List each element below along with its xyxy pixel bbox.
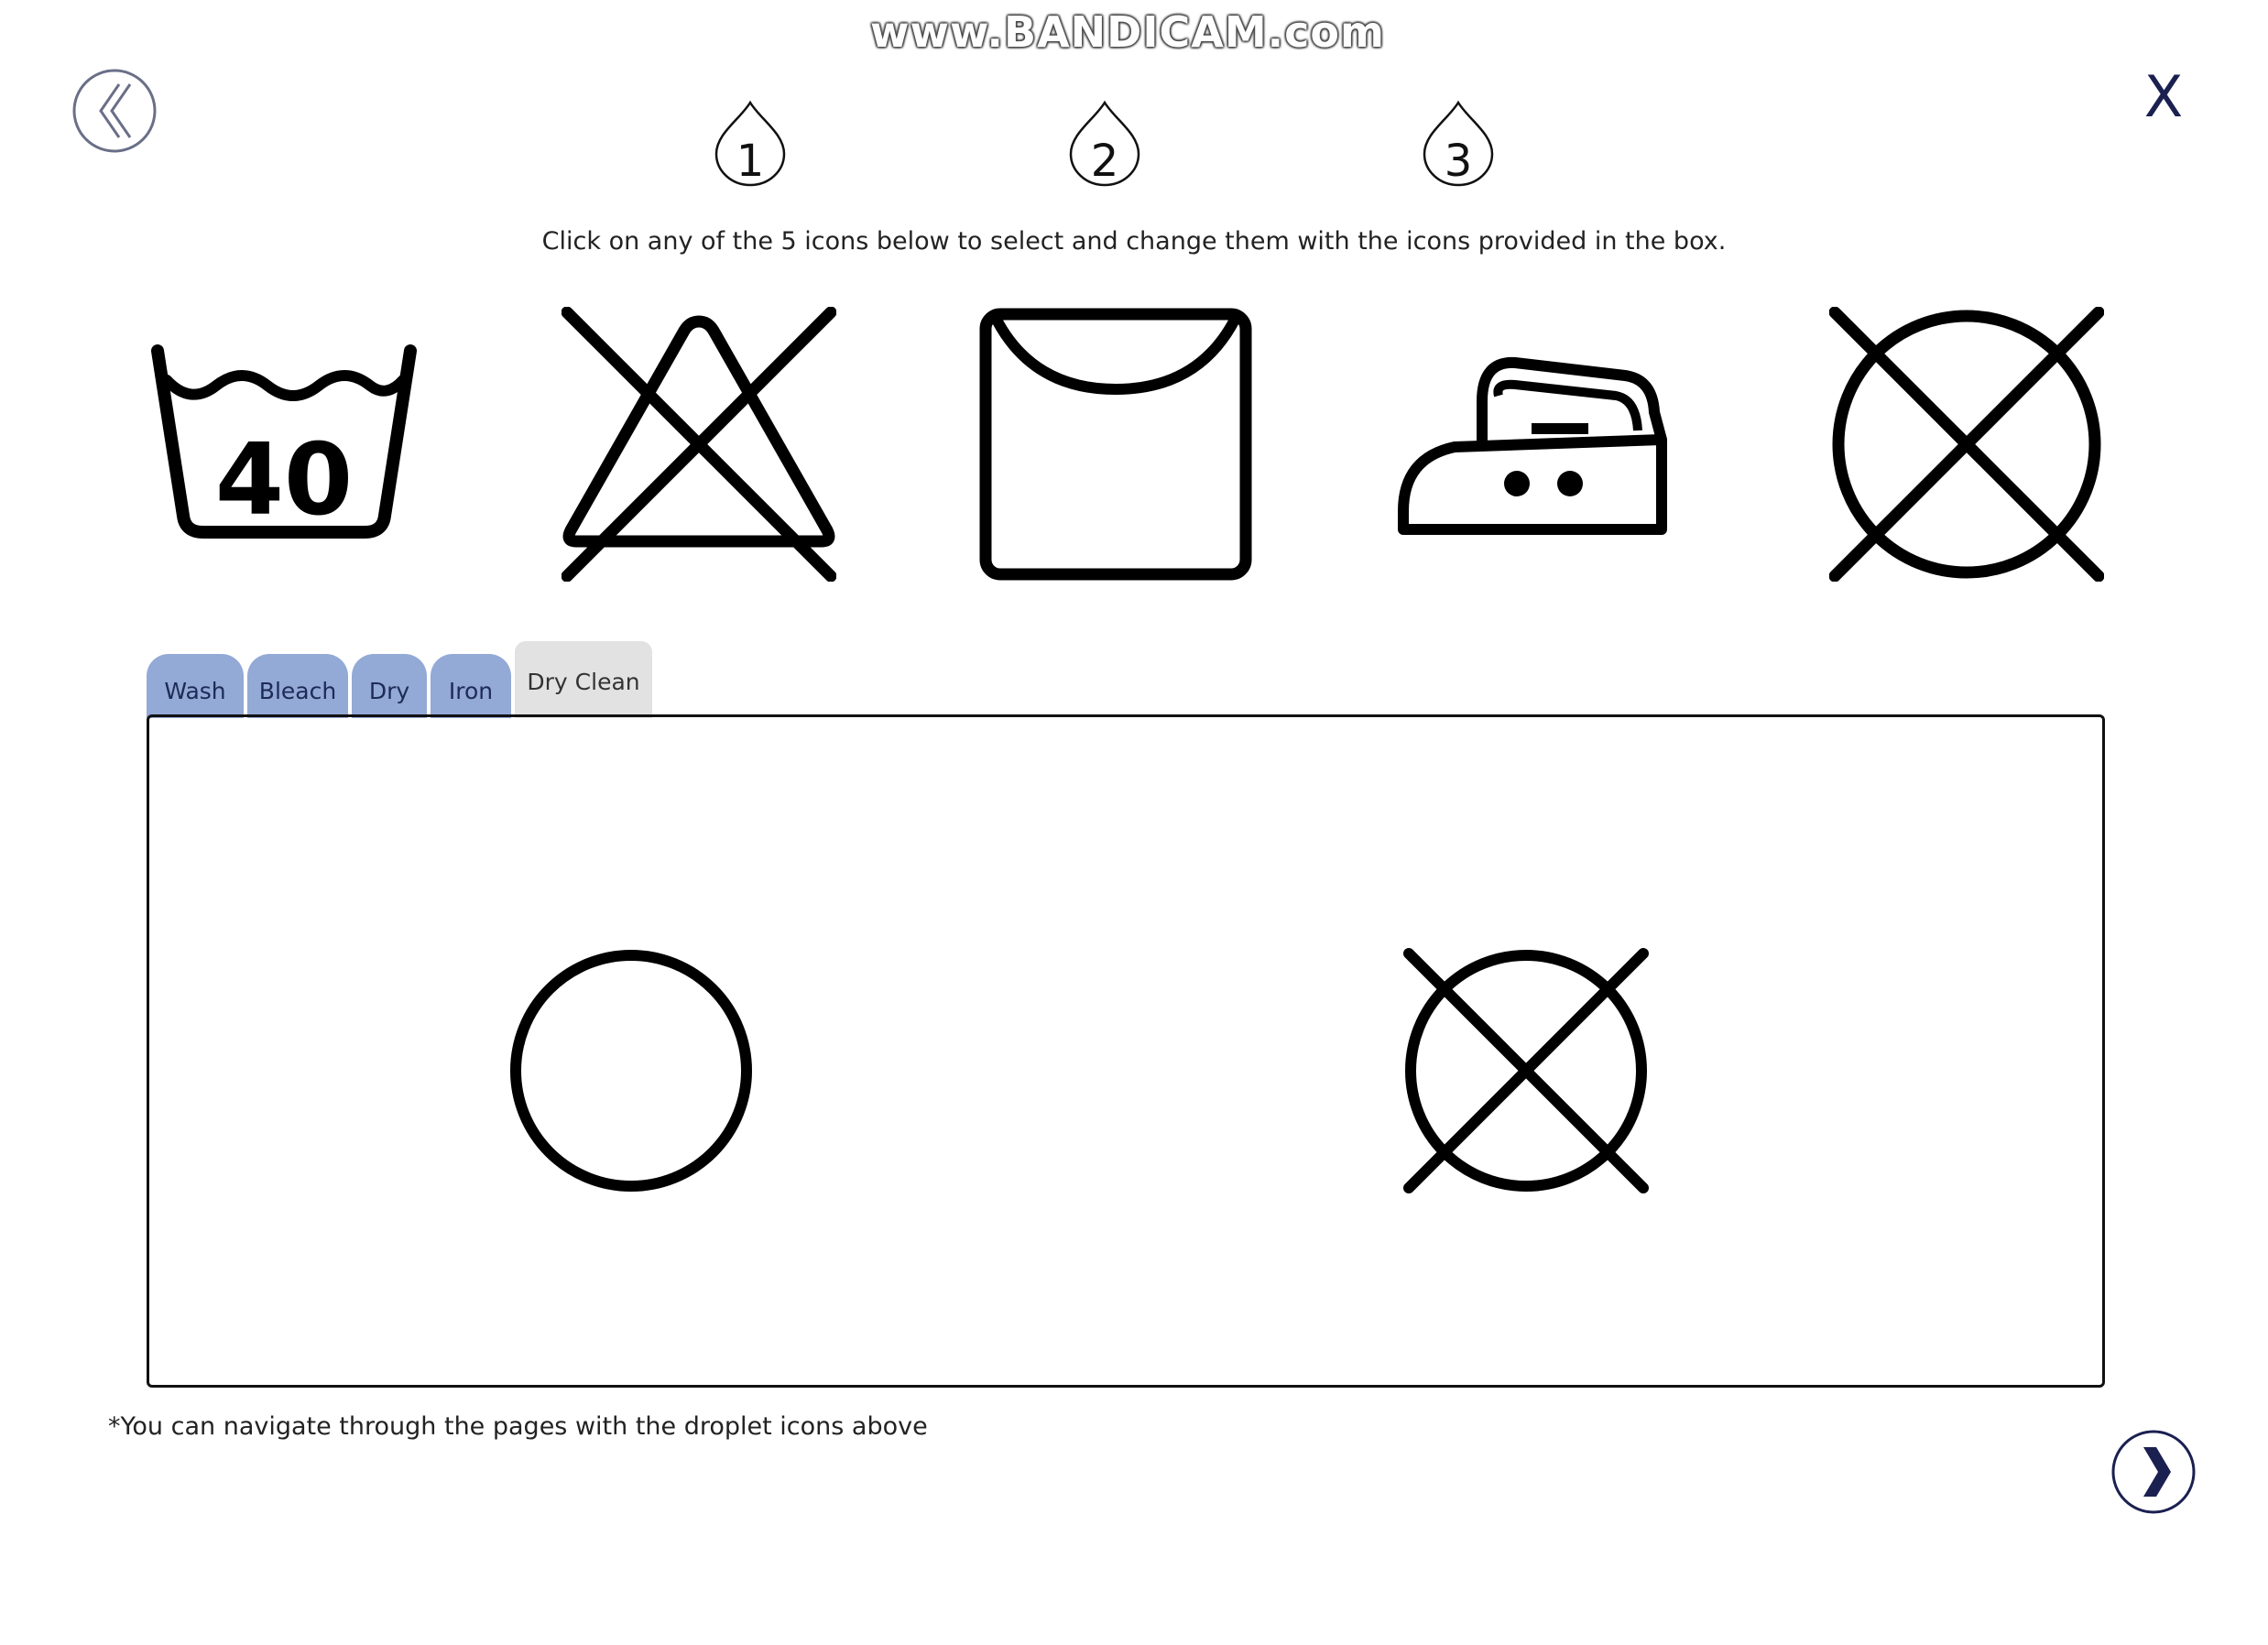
do-not-dry-clean-icon [1403,948,1649,1193]
back-button[interactable] [71,68,158,154]
instruction-text: Click on any of the 5 icons below to sel… [541,227,1727,256]
droplet-number: 1 [736,136,765,187]
droplet-page-3[interactable]: 3 [1421,99,1496,187]
do-not-dry-clean-icon [1828,306,2105,583]
droplet-page-2[interactable]: 2 [1067,99,1142,187]
tumble-dry-hanging-icon [979,308,1252,581]
category-tabs: Wash Bleach Dry Iron Dry Clean [147,639,656,718]
droplet-number: 3 [1444,136,1473,187]
care-slot-wash[interactable]: 40 [147,307,421,582]
wash-temperature: 40 [215,423,353,538]
iron-two-dots-icon [1398,356,1667,535]
wash-40-icon: 40 [151,344,417,539]
tab-dry[interactable]: Dry [352,654,427,718]
close-button[interactable]: X [2142,69,2186,125]
icon-palette-box [147,714,2105,1388]
care-slot-dry[interactable] [978,307,1253,582]
next-button[interactable] [2110,1429,2197,1515]
dry-clean-icon [510,950,752,1192]
palette-option-dry-clean[interactable] [508,948,754,1193]
palette-option-do-not-dry-clean[interactable] [1403,948,1649,1193]
care-slot-dry-clean[interactable] [1828,306,2105,583]
droplet-page-1[interactable]: 1 [713,99,788,187]
tab-dry-clean[interactable]: Dry Clean [515,641,652,718]
droplet-number: 2 [1090,136,1119,187]
tab-wash[interactable]: Wash [147,654,244,718]
bandicam-watermark: www.BANDICAM.com [870,7,1385,57]
tab-iron[interactable]: Iron [431,654,511,718]
double-chevron-left-icon [72,69,157,153]
tab-bleach[interactable]: Bleach [247,654,348,718]
care-slot-iron[interactable] [1396,348,1671,623]
footnote-text: *You can navigate through the pages with… [108,1412,928,1441]
chevron-right-icon [2111,1430,2196,1514]
do-not-bleach-icon [561,306,837,583]
care-slot-bleach[interactable] [561,306,837,583]
